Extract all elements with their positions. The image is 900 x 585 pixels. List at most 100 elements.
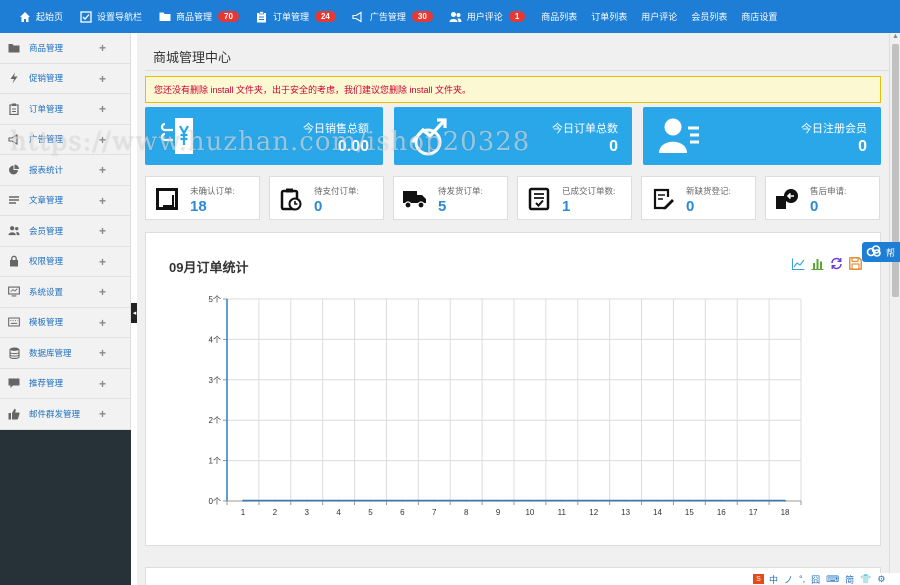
sidebar-item-templates[interactable]: 模板管理 + <box>0 308 130 338</box>
data-point <box>433 499 436 502</box>
data-point <box>561 499 563 502</box>
ime-item[interactable]: ⌨ <box>826 574 839 585</box>
sidebar-item-members[interactable]: 会员管理 + <box>0 216 130 247</box>
sidebar-item-recommendations[interactable]: 推荐管理 + <box>0 369 130 399</box>
x-tick-label: 7 <box>432 508 437 517</box>
sidebar-item-bulk-email[interactable]: 邮件群发管理 + <box>0 399 130 430</box>
sidebar-item-system-settings[interactable]: 系统设置 + <box>0 277 130 308</box>
bar-chart-icon[interactable] <box>811 257 824 270</box>
expand-plus-icon[interactable]: + <box>99 41 106 55</box>
data-point <box>688 499 691 502</box>
sidebar-item-permissions[interactable]: 权限管理 + <box>0 247 130 277</box>
ime-item[interactable]: 简 <box>845 573 854 585</box>
mini-stat-to-ship-orders[interactable]: 待发货订单: 5 <box>393 176 508 220</box>
refresh-icon[interactable] <box>830 257 843 270</box>
expand-plus-icon[interactable]: + <box>99 163 106 177</box>
scroll-up-icon[interactable]: ▲ <box>890 33 900 43</box>
sidebar-item-reports[interactable]: 报表统计 + <box>0 155 130 186</box>
nav-item-products[interactable]: 商品管理 70 <box>158 10 239 23</box>
data-point <box>465 499 467 502</box>
stat-card-today-orders[interactable]: 今日订单总数 0 <box>394 107 632 165</box>
floating-help-button[interactable]: 帮 <box>862 242 900 262</box>
data-point <box>305 499 308 502</box>
nav-link-order-list[interactable]: 订单列表 <box>591 10 627 23</box>
nav-item-settings-navbar[interactable]: 设置导航栏 <box>79 10 142 23</box>
users-icon <box>8 225 20 236</box>
expand-plus-icon[interactable]: + <box>99 377 106 391</box>
expand-plus-icon[interactable]: + <box>99 285 106 299</box>
data-point <box>592 499 595 502</box>
x-tick-label: 4 <box>336 508 341 517</box>
nav-link-member-list[interactable]: 会员列表 <box>691 10 727 23</box>
database-icon <box>8 347 20 359</box>
data-point <box>752 499 754 502</box>
expand-plus-icon[interactable]: + <box>99 72 106 86</box>
comment-icon <box>8 378 20 389</box>
clipboard-icon <box>255 10 268 23</box>
x-tick-label: 14 <box>653 508 662 517</box>
nav-item-home[interactable]: 起始页 <box>18 10 63 23</box>
expand-plus-icon[interactable]: + <box>99 316 106 330</box>
expand-plus-icon[interactable]: + <box>99 346 106 360</box>
mini-stat-out-of-stock[interactable]: 新缺货登记: 0 <box>641 176 756 220</box>
sidebar-item-database[interactable]: 数据库管理 + <box>0 338 130 369</box>
mini-stat-label: 新缺货登记: <box>686 186 731 196</box>
sidebar-item-products[interactable]: 商品管理 + <box>0 33 130 64</box>
ime-item[interactable]: ⚙ <box>877 574 885 585</box>
save-icon[interactable] <box>849 257 862 270</box>
stat-card-today-members[interactable]: 今日注册会员 0 <box>643 107 881 165</box>
sidebar-item-ads[interactable]: 广告管理 + <box>0 125 130 155</box>
data-point <box>274 499 276 502</box>
doc-check-icon <box>526 186 552 212</box>
expand-plus-icon[interactable]: + <box>99 224 106 238</box>
ime-item[interactable]: 囧 <box>811 573 820 585</box>
users-icon <box>449 10 462 23</box>
page-scrollbar[interactable]: ▲ ▼ <box>889 33 900 585</box>
expand-plus-icon[interactable]: + <box>99 194 106 208</box>
ime-item[interactable]: 中 <box>769 573 778 585</box>
expand-plus-icon[interactable]: + <box>99 407 106 421</box>
mini-stat-unconfirmed-orders[interactable]: 未确认订单: 18 <box>145 176 260 220</box>
sidebar-item-label: 会员管理 <box>29 225 64 236</box>
nav-item-orders[interactable]: 订单管理 24 <box>255 10 336 23</box>
nav-item-label: 用户评论 <box>466 12 503 22</box>
ime-item[interactable]: 👕 <box>860 574 871 585</box>
expand-plus-icon[interactable]: + <box>99 133 106 147</box>
stat-card-today-sales[interactable]: 今日销售总额 0.00 <box>145 107 383 165</box>
mini-stat-value: 5 <box>438 198 447 215</box>
mini-stat-unpaid-orders[interactable]: 待支付订单: 0 <box>269 176 384 220</box>
mini-stat-after-sales[interactable]: 售后申请: 0 <box>765 176 880 220</box>
sidebar-item-label: 文章管理 <box>29 195 64 206</box>
ime-item[interactable]: ノ <box>784 573 793 585</box>
ime-logo[interactable]: S <box>753 574 764 584</box>
sidebar-item-orders[interactable]: 订单管理 + <box>0 94 130 125</box>
line-chart-icon[interactable] <box>792 257 805 270</box>
main-content: 商城管理中心 您还没有删除 install 文件夹，出于安全的考虑，我们建议您删… <box>137 33 889 585</box>
sidebar-item-label: 促销管理 <box>29 73 64 84</box>
data-point <box>401 499 404 502</box>
monitor-icon <box>8 286 20 297</box>
x-tick-label: 13 <box>621 508 630 517</box>
mini-stat-completed-orders[interactable]: 已成交订单数: 1 <box>517 176 632 220</box>
sidebar-item-label: 订单管理 <box>29 103 64 114</box>
nav-link-product-list[interactable]: 商品列表 <box>541 10 577 23</box>
sidebar-item-articles[interactable]: 文章管理 + <box>0 186 130 216</box>
sidebar-item-label: 邮件群发管理 <box>29 408 81 419</box>
install-warning-alert: 您还没有删除 install 文件夹，出于安全的考虑，我们建议您删除 insta… <box>145 76 881 103</box>
y-tick-label: 2个 <box>209 416 221 425</box>
sidebar-item-promotions[interactable]: 促销管理 + <box>0 64 130 94</box>
data-point <box>720 499 723 502</box>
ime-item[interactable]: °, <box>799 574 805 584</box>
nav-item-ads[interactable]: 广告管理 30 <box>352 10 433 23</box>
expand-plus-icon[interactable]: + <box>99 102 106 116</box>
mini-stat-value: 0 <box>686 198 695 215</box>
x-tick-label: 5 <box>368 508 373 517</box>
list-icon <box>8 195 20 206</box>
nav-link-user-comments[interactable]: 用户评论 <box>641 10 677 23</box>
nav-item-comments[interactable]: 用户评论 1 <box>449 10 526 23</box>
expand-plus-icon[interactable]: + <box>99 255 106 269</box>
nav-link-shop-settings[interactable]: 商店设置 <box>741 10 777 23</box>
chart-toolbox <box>786 257 862 270</box>
mini-stat-label: 已成交订单数: <box>562 186 616 196</box>
data-point <box>529 499 531 502</box>
